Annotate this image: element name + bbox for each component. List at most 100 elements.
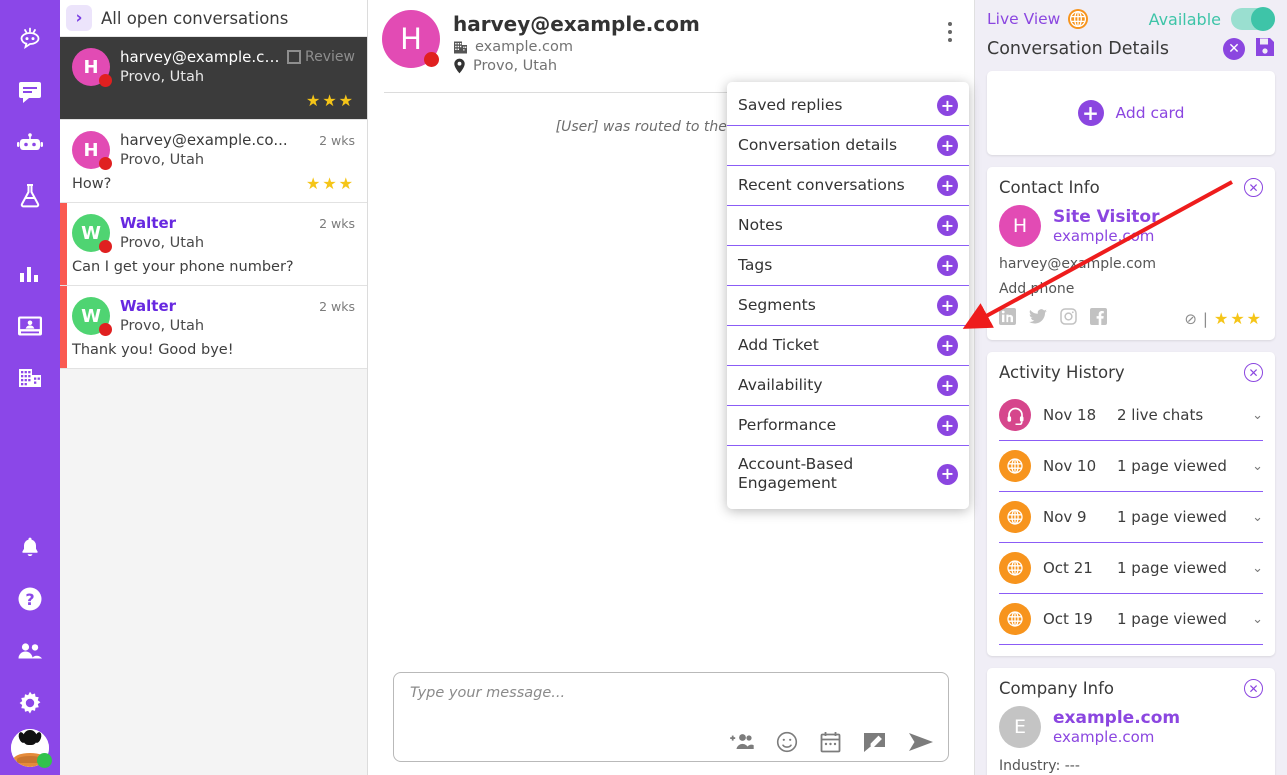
chevron-down-icon[interactable]: ⌄ — [1252, 612, 1263, 627]
chatbot-spark-icon[interactable] — [0, 14, 60, 66]
list-item[interactable]: W Walter 2 wks Provo, Utah Can I get you… — [60, 203, 367, 286]
chevron-down-icon[interactable]: ⌄ — [1252, 510, 1263, 525]
menu-item-saved-replies[interactable]: Saved replies + — [727, 86, 969, 126]
plus-icon[interactable]: + — [937, 295, 958, 316]
list-item-rating: ★★★ — [305, 174, 355, 193]
building-icon[interactable] — [0, 352, 60, 404]
menu-item-recent-conversations[interactable]: Recent conversations + — [727, 166, 969, 206]
menu-item-conversation-details[interactable]: Conversation details + — [727, 126, 969, 166]
facebook-icon[interactable] — [1090, 308, 1107, 329]
unread-indicator-bar — [60, 286, 67, 368]
contact-domain[interactable]: example.com — [1053, 227, 1159, 245]
calendar-icon[interactable] — [820, 731, 841, 753]
menu-item-notes[interactable]: Notes + — [727, 206, 969, 246]
contact-identity: H Site Visitor example.com — [999, 205, 1263, 247]
kebab-dot — [948, 30, 952, 34]
activity-description: 1 page viewed — [1117, 610, 1227, 628]
conversation-list-header[interactable]: › All open conversations — [60, 0, 367, 37]
availability-toggle[interactable] — [1231, 7, 1275, 31]
plus-icon[interactable]: + — [937, 215, 958, 236]
plus-icon[interactable]: + — [937, 175, 958, 196]
availability-toggle-group[interactable]: Available — [1149, 7, 1275, 31]
send-icon[interactable] — [908, 732, 934, 752]
gear-icon[interactable] — [0, 677, 60, 729]
message-composer[interactable]: Type your message... — [393, 672, 949, 762]
list-item[interactable]: H harvey@example.co... 2 wks Provo, Utah… — [60, 120, 367, 203]
menu-item-segments[interactable]: Segments + — [727, 286, 969, 326]
activity-row[interactable]: Nov 10 1 page viewed ⌄ — [999, 441, 1263, 492]
activity-row[interactable]: Oct 21 1 page viewed ⌄ — [999, 543, 1263, 594]
activity-row[interactable]: Oct 19 1 page viewed ⌄ — [999, 594, 1263, 645]
robot-icon[interactable] — [0, 118, 60, 170]
review-checkbox-group[interactable]: Review — [287, 49, 355, 65]
chevron-right-icon[interactable]: › — [66, 5, 92, 31]
block-icon[interactable]: ⊘ — [1184, 310, 1197, 328]
review-checkbox[interactable] — [287, 50, 302, 64]
menu-item-tags[interactable]: Tags + — [727, 246, 969, 286]
message-input-placeholder[interactable]: Type your message... — [410, 685, 934, 701]
plus-icon[interactable]: + — [937, 375, 958, 396]
people-icon[interactable] — [0, 625, 60, 677]
list-item-location: Provo, Utah — [120, 69, 205, 85]
toggle-knob — [1251, 7, 1275, 31]
menu-item-label: Recent conversations — [738, 175, 905, 194]
close-icon[interactable]: ✕ — [1244, 178, 1263, 197]
add-card-label: Add card — [1115, 104, 1185, 122]
contact-email[interactable]: harvey@example.com — [999, 256, 1263, 272]
chevron-down-icon[interactable]: ⌄ — [1252, 561, 1263, 576]
plus-icon[interactable]: + — [937, 463, 958, 485]
plus-icon[interactable]: + — [937, 95, 958, 116]
company-name[interactable]: example.com — [1053, 708, 1180, 728]
chevron-down-icon[interactable]: ⌄ — [1252, 459, 1263, 474]
contact-names: Site Visitor example.com — [1053, 207, 1159, 245]
more-options-icon[interactable] — [948, 10, 960, 46]
note-icon[interactable] — [863, 732, 886, 753]
avatar[interactable] — [11, 729, 52, 768]
linkedin-icon[interactable] — [999, 308, 1016, 329]
activity-history-title: Activity History — [999, 363, 1125, 382]
plus-icon[interactable]: + — [937, 255, 958, 276]
chat-bubble-icon[interactable] — [0, 66, 60, 118]
save-icon[interactable] — [1255, 37, 1275, 61]
globe-icon — [999, 450, 1031, 482]
menu-item-account-based-engagement[interactable]: Account-Based Engagement + — [727, 446, 969, 503]
details-panel-actions: ✕ — [1223, 37, 1275, 61]
plus-icon[interactable]: + — [937, 335, 958, 356]
add-phone-link[interactable]: Add phone — [999, 281, 1263, 297]
plus-icon[interactable]: + — [937, 135, 958, 156]
avatar-initial: E — [1013, 716, 1026, 738]
contact-card-icon[interactable] — [0, 300, 60, 352]
company-domain[interactable]: example.com — [1053, 728, 1180, 746]
question-circle-icon[interactable]: ? — [0, 573, 60, 625]
emoji-icon[interactable] — [776, 731, 798, 753]
activity-row[interactable]: Nov 9 1 page viewed ⌄ — [999, 492, 1263, 543]
company-industry: Industry: --- — [999, 758, 1080, 774]
list-item-meta: harvey@example.co... 2 wks Provo, Utah — [120, 131, 355, 168]
live-view-button[interactable]: Live View — [987, 8, 1089, 30]
add-card-button[interactable]: + Add card — [999, 82, 1263, 144]
list-item-avatar: H — [72, 131, 112, 170]
details-panel: Live View Available Conversation Details… — [975, 0, 1287, 775]
list-item-name-row: harvey@example.co... Review — [120, 48, 355, 66]
menu-item-add-ticket[interactable]: Add Ticket + — [727, 326, 969, 366]
chevron-down-icon[interactable]: ⌄ — [1252, 408, 1263, 423]
bar-chart-icon[interactable] — [0, 248, 60, 300]
close-icon[interactable]: ✕ — [1223, 38, 1245, 60]
list-item[interactable]: W Walter 2 wks Provo, Utah Thank you! Go… — [60, 286, 367, 369]
add-person-icon[interactable] — [729, 732, 754, 752]
close-icon[interactable]: ✕ — [1244, 679, 1263, 698]
activity-date: Nov 9 — [1043, 508, 1087, 526]
contact-name[interactable]: Site Visitor — [1053, 207, 1159, 227]
activity-row[interactable]: Nov 18 2 live chats ⌄ — [999, 390, 1263, 441]
add-card-panel[interactable]: + Add card — [987, 71, 1275, 155]
instagram-icon[interactable] — [1060, 308, 1077, 329]
twitter-icon[interactable] — [1029, 308, 1047, 329]
menu-item-label: Conversation details — [738, 135, 898, 154]
menu-item-availability[interactable]: Availability + — [727, 366, 969, 406]
bell-icon[interactable] — [0, 521, 60, 573]
list-item[interactable]: H harvey@example.co... Review Provo, Uta… — [60, 37, 367, 120]
plus-icon[interactable]: + — [937, 415, 958, 436]
flask-icon[interactable] — [0, 170, 60, 222]
close-icon[interactable]: ✕ — [1244, 363, 1263, 382]
menu-item-performance[interactable]: Performance + — [727, 406, 969, 446]
